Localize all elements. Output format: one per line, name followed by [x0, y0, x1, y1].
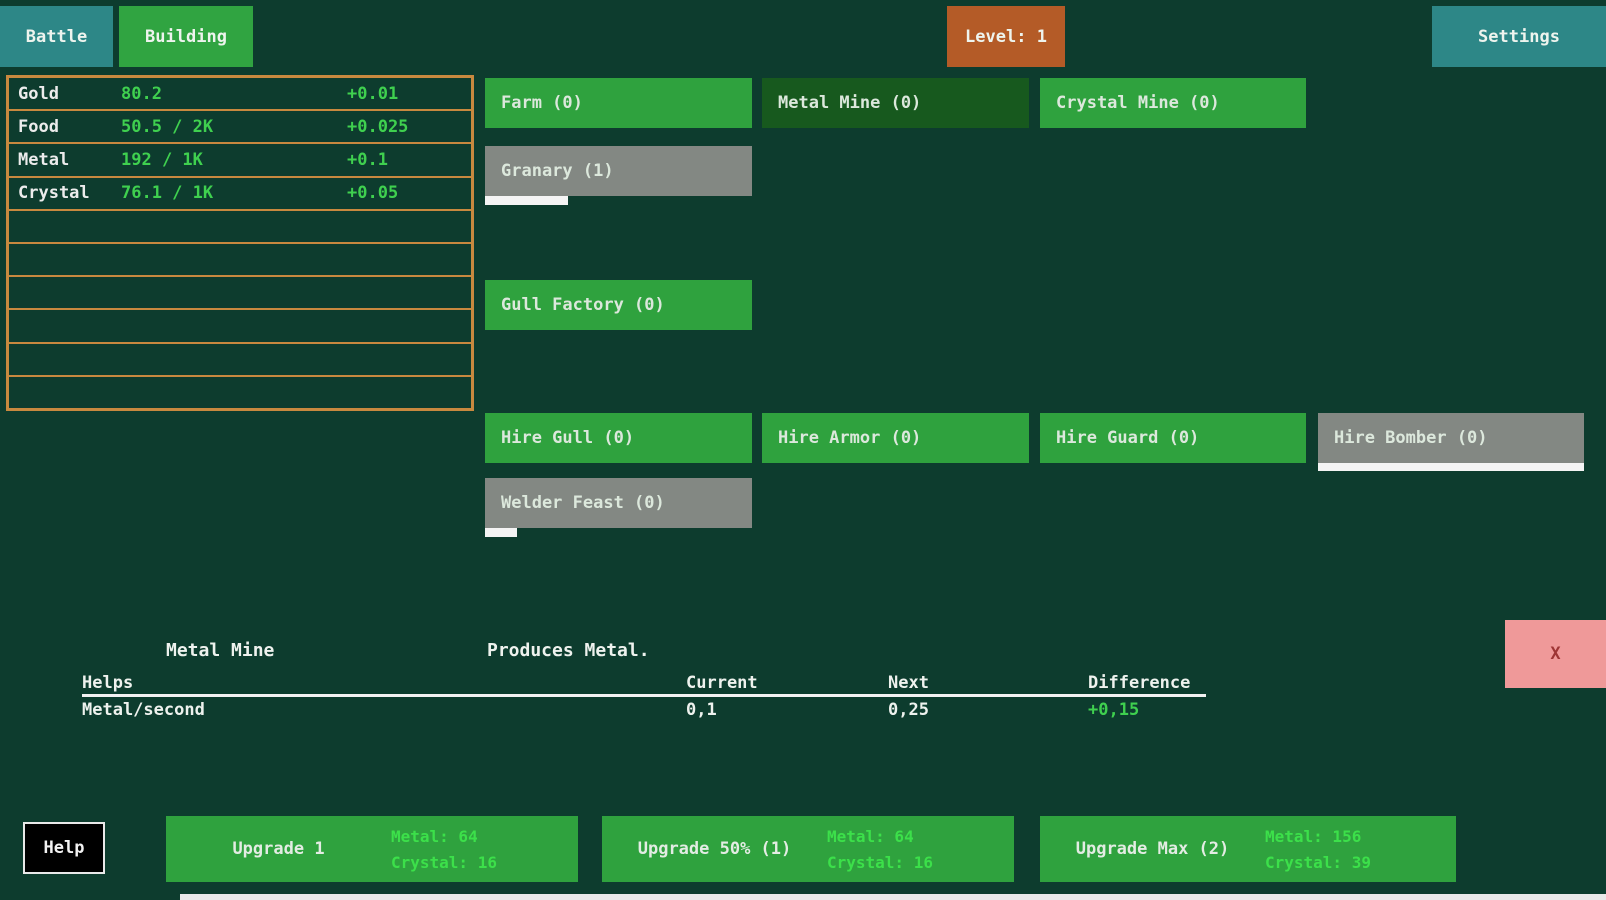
resource-row-empty	[9, 277, 471, 310]
resource-rate: +0.05	[347, 183, 471, 203]
detail-header-underline	[82, 694, 1206, 697]
hire-button-gull[interactable]: Hire Gull (0)	[485, 413, 752, 463]
build-button-metal-mine[interactable]: Metal Mine (0)	[762, 78, 1029, 128]
resource-value: 50.5 / 2K	[121, 117, 347, 137]
resource-row-empty	[9, 344, 471, 377]
column-difference: Difference	[1088, 673, 1190, 693]
crystal-cost: Crystal: 39	[1265, 853, 1456, 872]
resource-row-crystal: Crystal 76.1 / 1K +0.05	[9, 178, 471, 211]
level-badge: Level: 1	[947, 6, 1065, 67]
resource-value: 76.1 / 1K	[121, 183, 347, 203]
button-welder-feast[interactable]: Welder Feast (0)	[485, 478, 752, 528]
tab-settings[interactable]: Settings	[1432, 6, 1606, 67]
help-button[interactable]: Help	[23, 822, 105, 874]
tab-building[interactable]: Building	[119, 6, 253, 67]
resource-rate: +0.01	[347, 84, 471, 104]
hire-button-bomber[interactable]: Hire Bomber (0)	[1318, 413, 1584, 463]
progress-fill	[485, 196, 568, 205]
build-button-farm[interactable]: Farm (0)	[485, 78, 752, 128]
hire-button-armor[interactable]: Hire Armor (0)	[762, 413, 1029, 463]
resource-row-empty	[9, 211, 471, 244]
column-helps: Helps	[82, 673, 133, 693]
progress-fill	[1318, 463, 1584, 471]
crystal-cost: Crystal: 16	[391, 853, 578, 872]
upgrade-costs: Metal: 156 Crystal: 39	[1265, 827, 1456, 872]
stat-name: Metal/second	[82, 700, 205, 720]
progress-fill	[485, 528, 517, 537]
upgrade-50pct-button[interactable]: Upgrade 50% (1) Metal: 64 Crystal: 16	[602, 816, 1014, 882]
hire-button-guard[interactable]: Hire Guard (0)	[1040, 413, 1306, 463]
resource-rate: +0.025	[347, 117, 471, 137]
resource-row-empty	[9, 377, 471, 408]
upgrade-max-button[interactable]: Upgrade Max (2) Metal: 156 Crystal: 39	[1040, 816, 1456, 882]
upgrade-label: Upgrade 1	[166, 839, 391, 859]
resource-row-metal: Metal 192 / 1K +0.1	[9, 144, 471, 177]
stat-difference: +0,15	[1088, 700, 1139, 720]
resource-rate: +0.1	[347, 150, 471, 170]
welder-progress-bar	[485, 528, 752, 537]
tab-battle[interactable]: Battle	[0, 6, 113, 67]
resource-name: Metal	[9, 150, 121, 170]
metal-cost: Metal: 64	[391, 827, 578, 846]
resource-row-food: Food 50.5 / 2K +0.025	[9, 111, 471, 144]
resource-name: Crystal	[9, 183, 121, 203]
build-button-gull-factory[interactable]: Gull Factory (0)	[485, 280, 752, 330]
column-current: Current	[686, 673, 758, 693]
metal-cost: Metal: 156	[1265, 827, 1456, 846]
upgrade-costs: Metal: 64 Crystal: 16	[391, 827, 578, 872]
bottom-progress-bar	[180, 894, 1606, 900]
resource-row-empty	[9, 310, 471, 343]
upgrade-label: Upgrade 50% (1)	[602, 839, 827, 859]
resource-row-gold: Gold 80.2 +0.01	[9, 78, 471, 111]
build-button-crystal-mine[interactable]: Crystal Mine (0)	[1040, 78, 1306, 128]
upgrade-1-button[interactable]: Upgrade 1 Metal: 64 Crystal: 16	[166, 816, 578, 882]
upgrade-costs: Metal: 64 Crystal: 16	[827, 827, 1014, 872]
resource-table: Gold 80.2 +0.01 Food 50.5 / 2K +0.025 Me…	[6, 75, 474, 411]
crystal-cost: Crystal: 16	[827, 853, 1014, 872]
resource-name: Food	[9, 117, 121, 137]
column-next: Next	[888, 673, 929, 693]
resource-value: 80.2	[121, 84, 347, 104]
build-button-granary[interactable]: Granary (1)	[485, 146, 752, 196]
granary-progress-bar	[485, 196, 752, 205]
stat-current: 0,1	[686, 700, 717, 720]
resource-row-empty	[9, 244, 471, 277]
close-button[interactable]: X	[1505, 620, 1606, 688]
detail-title: Metal Mine	[166, 640, 274, 661]
resource-value: 192 / 1K	[121, 150, 347, 170]
bomber-progress-bar	[1318, 463, 1584, 471]
upgrade-label: Upgrade Max (2)	[1040, 839, 1265, 859]
game-screen: Battle Building Level: 1 Settings Gold 8…	[0, 0, 1606, 900]
metal-cost: Metal: 64	[827, 827, 1014, 846]
stat-next: 0,25	[888, 700, 929, 720]
detail-description: Produces Metal.	[487, 640, 650, 661]
resource-name: Gold	[9, 84, 121, 104]
